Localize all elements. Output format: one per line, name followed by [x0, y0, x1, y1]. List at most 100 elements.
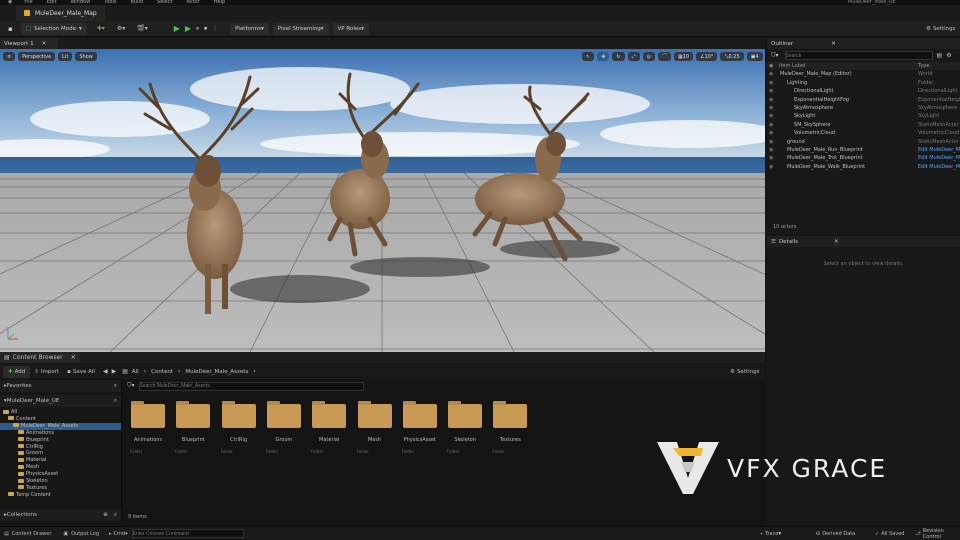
outliner-row[interactable]: ◉ SM_SkySphere StaticMeshActor [767, 121, 960, 129]
play-icon[interactable]: ▶ [174, 24, 180, 33]
more-icon[interactable]: ⋮ [212, 25, 218, 32]
back-icon[interactable]: ◀ [103, 368, 108, 375]
outliner-row-type[interactable]: Edit MuleDeer_M [918, 154, 960, 162]
outliner-row[interactable]: ◉ MuleDeer_Male_Run_Blueprint Edit MuleDee… [767, 146, 960, 154]
visibility-eye-icon[interactable]: ◉ [769, 154, 773, 162]
folder-tree-item[interactable]: Temp Content [0, 492, 121, 499]
move-tool-icon[interactable]: ✥ [597, 52, 610, 61]
close-icon[interactable]: ✕ [42, 41, 47, 47]
folder-tree-item[interactable]: Mesh [0, 464, 121, 471]
visibility-eye-icon[interactable]: ◉ [769, 96, 773, 104]
breadcrumb-content[interactable]: Content [151, 369, 173, 375]
outliner-row[interactable]: ◉ SkyAtmosphere SkyAtmosphere [767, 104, 960, 112]
blueprint-icon[interactable]: ⚙▾ [117, 25, 125, 32]
outliner-row-type[interactable]: Edit MuleDeer_M [918, 163, 960, 171]
forward-icon[interactable]: ▶ [112, 368, 117, 375]
trace-button[interactable]: ⌁ Trace ▾ [760, 530, 781, 537]
visibility-eye-icon[interactable]: ◉ [769, 62, 773, 70]
folder-tree-item[interactable]: PhysicsAsset [0, 471, 121, 478]
breadcrumb-all[interactable]: All [132, 369, 139, 375]
pause-icon[interactable]: ⏸ [196, 25, 199, 33]
vp-roles-dropdown[interactable]: VP Roles ▾ [332, 22, 369, 35]
search-icon[interactable]: ⌕ [114, 512, 117, 519]
folder-tree-item[interactable]: Content [0, 416, 121, 423]
visibility-eye-icon[interactable]: ◉ [769, 129, 773, 137]
pixel-streaming-dropdown[interactable]: Pixel Streaming ▾ [272, 22, 329, 35]
show-button[interactable]: Show [75, 52, 97, 61]
grid-snap-button[interactable]: ▦ 10 [674, 52, 694, 61]
scale-snap-button[interactable]: ⤡ 0.25 [720, 52, 744, 61]
lit-button[interactable]: Lit [58, 52, 73, 61]
folder-tree-item[interactable]: MuleDeer_Male_Assets [0, 422, 121, 430]
settings-button[interactable]: ⚙ Settings [926, 26, 956, 32]
outliner-row[interactable]: ◉ DirectionalLight DirectionalLight [767, 87, 960, 95]
close-icon[interactable]: ✕ [834, 239, 839, 245]
filter-icon[interactable]: ⛉▾ [771, 52, 779, 60]
folder-tree-item[interactable]: Animations [0, 430, 121, 437]
outliner-row[interactable]: ◉ ground StaticMeshActor [767, 138, 960, 146]
rotation-snap-button[interactable]: ∠ 10° [696, 52, 718, 61]
map-tab[interactable]: MuleDeer_Male_Map [16, 5, 105, 21]
asset-tile[interactable]: PhysicsAsset Folder [400, 400, 440, 454]
column-type[interactable]: Type [918, 62, 929, 70]
scale-tool-icon[interactable]: ⤢ [627, 52, 640, 61]
folder-tree-item[interactable]: Groom [0, 450, 121, 457]
breadcrumb-assets[interactable]: MuleDeer_Male_Assets [185, 369, 248, 375]
asset-tile[interactable]: CtrlRig Folder [219, 400, 259, 454]
outliner-search-input[interactable] [784, 51, 933, 60]
close-icon[interactable]: ✕ [71, 354, 76, 361]
asset-tile[interactable]: Textures Folder [490, 400, 530, 454]
revision-control-button[interactable]: ⎇ Revision Control [915, 528, 960, 540]
visibility-eye-icon[interactable]: ◉ [769, 112, 773, 120]
asset-tile[interactable]: Material Folder [309, 400, 349, 454]
search-icon[interactable]: ⌕ [114, 398, 117, 405]
outliner-row-type[interactable]: Edit MuleDeer_M [918, 146, 960, 154]
camera-speed-button[interactable]: ▣ 4 [746, 52, 763, 61]
add-button[interactable]: ✚ Add [3, 365, 31, 378]
asset-tile[interactable]: Blueprint Folder [173, 400, 213, 454]
cinematics-icon[interactable]: 🎬▾ [137, 25, 147, 32]
viewport-render[interactable]: ≡ Perspective Lit Show ↖ ✥ ↻ ⤢ ◎ ⌒ ▦ 10 … [0, 49, 765, 352]
console-command-input[interactable] [131, 529, 244, 538]
search-icon[interactable]: ⌕ [114, 383, 117, 390]
outliner-tab[interactable]: Outliner ✕ [767, 38, 960, 49]
folder-tree-item[interactable]: Textures [0, 485, 121, 492]
outliner-row[interactable]: ◉ MuleDeer_Male_Map (Editor) World [767, 70, 960, 78]
select-tool-icon[interactable]: ↖ [582, 52, 595, 61]
add-folder-icon[interactable]: ▤ [937, 52, 943, 59]
asset-tile[interactable]: Animations Folder [128, 400, 168, 454]
import-button[interactable]: ⇩ Import [34, 369, 59, 375]
folder-tree-item[interactable]: CtrlRig [0, 444, 121, 451]
visibility-eye-icon[interactable]: ◉ [769, 79, 773, 87]
column-item-label[interactable]: Item Label [779, 62, 805, 70]
content-browser-tab[interactable]: ▤ Content Browser ✕ [0, 352, 80, 363]
cmd-dropdown[interactable]: ▸ Cmd ▾ [109, 531, 128, 537]
selection-mode-dropdown[interactable]: ⬚ Selection Mode ▾ [20, 22, 87, 35]
outliner-row[interactable]: ◉ MuleDeer_Male_Walk_Blueprint Edit MuleDe… [767, 163, 960, 171]
visibility-eye-icon[interactable]: ◉ [769, 121, 773, 129]
visibility-eye-icon[interactable]: ◉ [769, 87, 773, 95]
asset-tile[interactable]: Mesh Folder [355, 400, 395, 454]
settings-gear-icon[interactable]: ⚙ [946, 52, 951, 59]
favorites-header[interactable]: ▸ Favorites ⌕ [0, 380, 121, 392]
folder-tree-item[interactable]: Blueprint [0, 437, 121, 444]
folder-tree-item[interactable]: All [0, 409, 121, 416]
asset-search-input[interactable] [138, 381, 364, 391]
outliner-row[interactable]: ◉ SkyLight SkyLight [767, 112, 960, 120]
output-log-button[interactable]: ▣ Output Log [63, 531, 99, 537]
save-icon[interactable]: ▪ [8, 25, 13, 33]
content-drawer-button[interactable]: ▤ Content Drawer [4, 531, 51, 537]
add-collection-icon[interactable]: ⊕ [103, 512, 108, 518]
folder-tree-item[interactable]: Material [0, 457, 121, 464]
asset-tile[interactable]: Skeleton Folder [445, 400, 485, 454]
rotate-tool-icon[interactable]: ↻ [612, 52, 625, 61]
outliner-row[interactable]: ◉ ExponentialHeightFog ExponentialHeightFo… [767, 96, 960, 104]
cb-settings-button[interactable]: ⚙ Settings [730, 369, 760, 375]
platforms-dropdown[interactable]: Platforms ▾ [230, 22, 269, 35]
outliner-row[interactable]: ◉ VolumetricCloud VolumetricCloud [767, 129, 960, 137]
world-space-icon[interactable]: ◎ [642, 52, 655, 61]
collections-header[interactable]: ▸ Collections ⊕ ⌕ [0, 509, 121, 521]
project-header[interactable]: ▾ MuleDeer_Male_UE ⌕ [0, 395, 121, 407]
visibility-eye-icon[interactable]: ◉ [769, 146, 773, 154]
all-saved-button[interactable]: ✓ All Saved [875, 531, 904, 537]
